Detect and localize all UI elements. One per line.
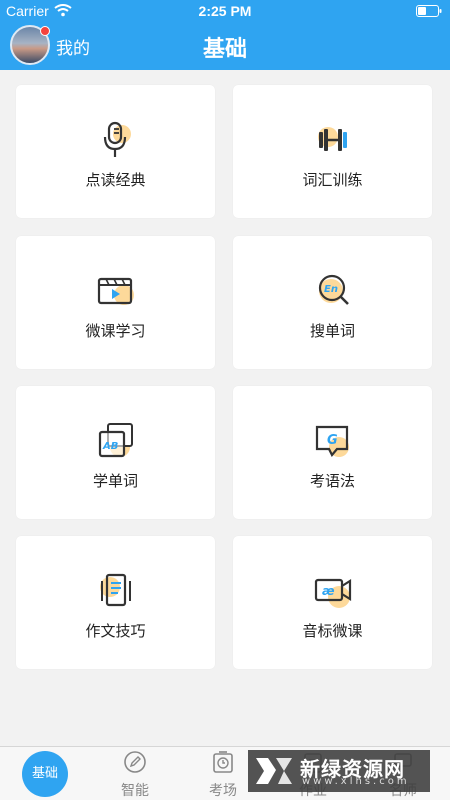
card-label: 音标微课: [302, 622, 363, 640]
phonetic-camera-icon: æ: [314, 578, 351, 608]
card-label: 搜单词: [309, 322, 355, 340]
watermark-logo-icon: [256, 758, 292, 784]
clock-board-icon: [213, 751, 233, 773]
tab-label: 智能: [121, 783, 149, 799]
tab-basics[interactable]: 基础: [22, 751, 68, 797]
svg-text:æ: æ: [322, 584, 335, 598]
card-grammar-test[interactable]: G 考语法: [233, 386, 432, 519]
g-chat-icon: G: [315, 425, 349, 457]
watermark-url: www.xlhs.com: [302, 776, 410, 787]
battery-icon: [416, 5, 442, 17]
ab-cards-icon: AB: [98, 423, 133, 458]
dumbbell-icon: [317, 127, 347, 151]
card-word-search[interactable]: En 搜单词: [233, 236, 432, 369]
video-player-icon: [97, 277, 134, 305]
status-bar: Carrier 2:25 PM: [0, 0, 450, 22]
card-label: 微课学习: [85, 322, 146, 340]
card-label: 点读经典: [85, 171, 146, 189]
page-title: 基础: [202, 37, 247, 62]
app-header: Carrier 2:25 PM 我的 基础: [0, 0, 450, 70]
tab-smart[interactable]: 智能: [100, 747, 170, 800]
document-icon: [99, 573, 131, 607]
card-label: 考语法: [309, 472, 355, 490]
svg-text:AB: AB: [102, 441, 118, 452]
status-time: 2:25 PM: [198, 3, 252, 19]
card-label: 作文技巧: [85, 622, 146, 640]
svg-text:En: En: [324, 284, 338, 295]
card-micro-lessons[interactable]: 微课学习: [16, 236, 215, 369]
card-learn-words[interactable]: AB 学单词: [16, 386, 215, 519]
card-phonetics-lessons[interactable]: æ 音标微课: [233, 536, 432, 669]
svg-text:G: G: [327, 433, 338, 448]
card-vocab-training[interactable]: 词汇训练: [233, 85, 432, 218]
card-label: 学单词: [92, 472, 138, 490]
watermark: 新绿资源网 www.xlhs.com: [248, 750, 430, 792]
card-classic-reading[interactable]: 点读经典: [16, 85, 215, 218]
card-label: 词汇训练: [302, 171, 363, 189]
search-en-icon: En: [318, 274, 349, 305]
microphone-icon: [103, 121, 131, 157]
pencil-circle-icon: [124, 751, 146, 773]
card-writing-skills[interactable]: 作文技巧: [16, 536, 215, 669]
